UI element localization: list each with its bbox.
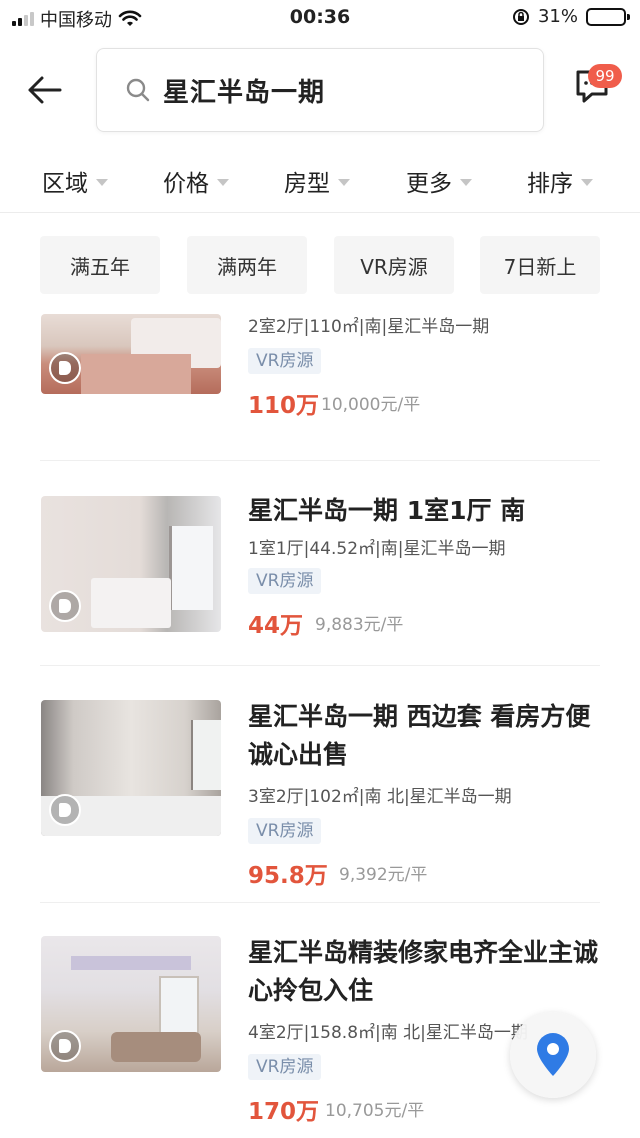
map-button[interactable]	[510, 1012, 596, 1098]
listing-photo	[41, 314, 221, 394]
listing-item[interactable]: 星汇半岛一期 西边套 看房方便 诚心出售 3室2厅|102㎡|南 北|星汇半岛一…	[0, 698, 640, 889]
divider	[40, 902, 600, 903]
tag-new-7days[interactable]: 7日新上	[480, 236, 600, 294]
listing-price: 110万	[248, 393, 320, 419]
filter-label: 价格	[163, 171, 209, 197]
header: 星汇半岛一期 99	[0, 44, 640, 140]
filter-layout[interactable]: 房型	[284, 164, 350, 198]
dropdown-triangle-icon	[96, 178, 108, 186]
listing-photo	[41, 936, 221, 1072]
vr-icon	[49, 590, 81, 622]
search-icon	[126, 78, 150, 102]
tag-vr[interactable]: VR房源	[334, 236, 454, 294]
status-right: 31%	[512, 6, 630, 27]
back-arrow-icon	[28, 76, 62, 104]
back-button[interactable]	[22, 70, 66, 110]
unit-price: 10,705元/平	[325, 1101, 425, 1121]
map-pin-icon	[537, 1033, 569, 1076]
listing-title: 星汇半岛一期 西边套 看房方便 诚心出售	[248, 702, 591, 769]
listing-price: 44万	[248, 613, 304, 639]
listing-meta: 1室1厅|44.52㎡|南|星汇半岛一期	[248, 539, 506, 559]
vr-tag: VR房源	[248, 348, 322, 374]
tag-two-years[interactable]: 满两年	[187, 236, 307, 294]
vr-icon	[49, 1030, 81, 1062]
battery-percent: 31%	[537, 6, 578, 27]
signal-icon	[12, 12, 34, 26]
vr-tag: VR房源	[248, 1054, 322, 1080]
message-badge: 99	[588, 64, 622, 88]
dropdown-triangle-icon	[217, 178, 229, 186]
filter-label: 区域	[42, 171, 88, 197]
filter-label: 更多	[406, 171, 452, 197]
unit-price: 9,392元/平	[339, 865, 428, 885]
listing-meta: 3室2厅|102㎡|南 北|星汇半岛一期	[248, 787, 512, 807]
listing-price: 170万	[248, 1099, 320, 1125]
listing-item[interactable]: 星汇半岛一期 1室1厅 南 1室1厅|44.52㎡|南|星汇半岛一期 VR房源 …	[0, 492, 640, 652]
orientation-lock-icon	[512, 8, 529, 25]
unit-price: 9,883元/平	[315, 615, 404, 635]
listing-photo	[41, 496, 221, 632]
vr-icon	[49, 794, 81, 826]
divider	[40, 665, 600, 666]
vr-tag: VR房源	[248, 568, 322, 594]
search-bar[interactable]: 星汇半岛一期	[96, 48, 544, 132]
filter-label: 排序	[527, 171, 573, 197]
listing-price: 95.8万	[248, 863, 328, 889]
wifi-icon	[118, 10, 142, 26]
status-bar: 中国移动 00:36 31%	[0, 0, 640, 36]
carrier-label: 中国移动	[40, 10, 112, 31]
filter-more[interactable]: 更多	[406, 164, 472, 198]
filter-price[interactable]: 价格	[163, 164, 229, 198]
listing-meta: 2室2厅|110㎡|南|星汇半岛一期	[248, 317, 490, 337]
unit-price: 10,000元/平	[321, 395, 421, 415]
divider	[0, 212, 640, 213]
filter-label: 房型	[284, 171, 330, 197]
status-left: 中国移动	[12, 6, 142, 32]
filter-bar: 区域 价格 房型 更多 排序	[0, 160, 640, 204]
filter-area[interactable]: 区域	[42, 164, 108, 198]
search-input[interactable]: 星汇半岛一期	[163, 72, 325, 109]
listing-item[interactable]: 2室2厅|110㎡|南|星汇半岛一期 VR房源 110万 10,000元/平	[0, 314, 640, 448]
listing-meta: 4室2厅|158.8㎡|南 北|星汇半岛一期	[248, 1023, 528, 1043]
listing-photo	[41, 700, 221, 836]
vr-tag: VR房源	[248, 818, 322, 844]
divider	[40, 460, 600, 461]
dropdown-triangle-icon	[581, 178, 593, 186]
listing-title: 星汇半岛一期 1室1厅 南	[248, 496, 526, 525]
filter-sort[interactable]: 排序	[527, 164, 593, 198]
listing-title: 星汇半岛精装修家电齐全业主诚心拎包入住	[248, 938, 599, 1005]
dropdown-triangle-icon	[338, 178, 350, 186]
dropdown-triangle-icon	[460, 178, 472, 186]
battery-icon	[586, 7, 630, 26]
vr-icon	[49, 352, 81, 384]
tag-five-years[interactable]: 满五年	[40, 236, 160, 294]
